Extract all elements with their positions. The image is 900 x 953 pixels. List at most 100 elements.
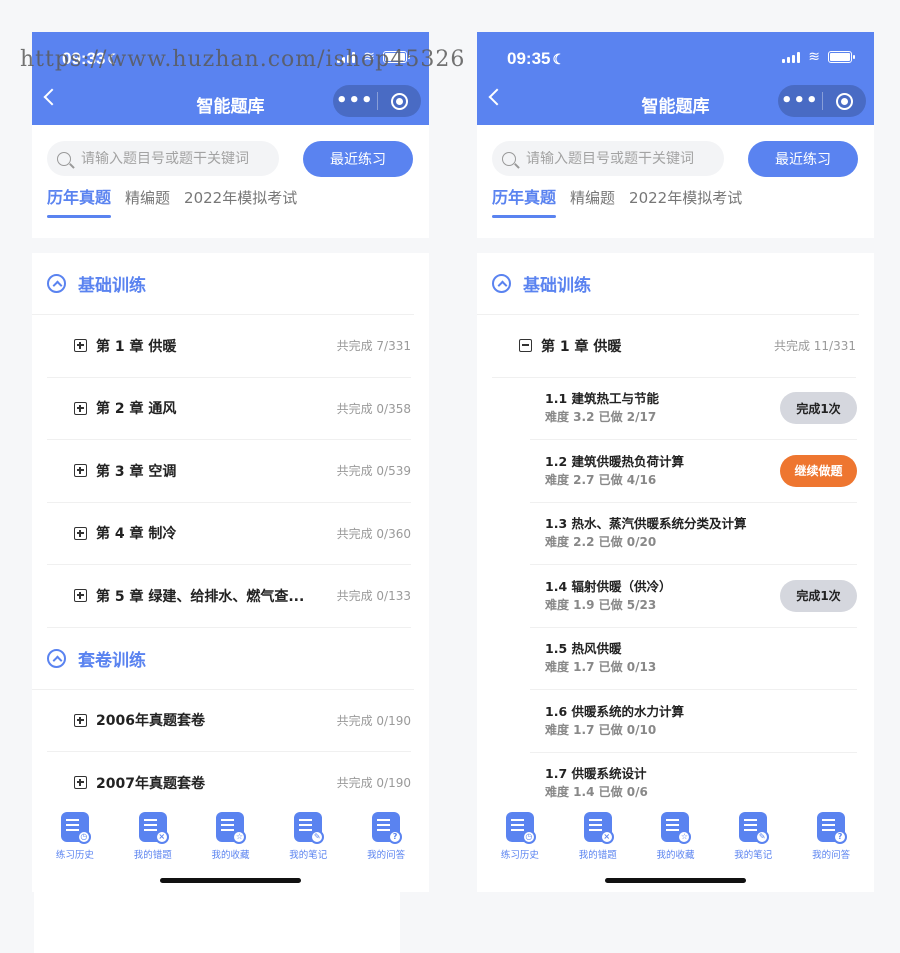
tab-bar: 历年真题 精编题 2022年模拟考试	[47, 184, 297, 218]
chapter-stat: 共完成 11/331	[773, 339, 856, 354]
more-icon[interactable]: •••	[778, 85, 822, 117]
completed-button[interactable]: 完成1次	[780, 579, 857, 612]
subchapter-row[interactable]: 1.5 热风供暖 难度 1.7 已做 0/13	[530, 628, 857, 690]
chapter-row-expanded[interactable]: 第 1 章 供暖 共完成 11/331	[492, 315, 856, 378]
collapse-icon	[47, 274, 66, 293]
subchapter-title: 1.4 辐射供暖（供冷）	[545, 578, 672, 594]
nav-practice-history[interactable]: ◷ 练习历史	[481, 806, 559, 892]
chapter-row[interactable]: 第 3 章 空调 共完成 0/539	[47, 440, 411, 503]
search-input[interactable]	[526, 150, 706, 167]
mini-program-capsule: •••	[333, 85, 421, 117]
search-box[interactable]	[47, 141, 279, 176]
chapter-stat: 共完成 7/331	[336, 339, 411, 354]
expand-icon	[74, 713, 87, 727]
chapter-title: 第 1 章 供暖	[96, 338, 177, 355]
note-icon: ✎	[294, 812, 325, 844]
completed-button[interactable]: 完成1次	[780, 392, 857, 425]
search-icon	[502, 151, 516, 166]
chapter-row[interactable]: 第 1 章 供暖 共完成 7/331	[47, 315, 411, 378]
nav-label: 我的错题	[133, 850, 172, 861]
chapter-title: 2006年真题套卷	[96, 713, 205, 730]
section-label: 基础训练	[523, 276, 591, 296]
chapter-title: 2007年真题套卷	[96, 775, 205, 792]
section-basic-training[interactable]: 基础训练	[477, 253, 859, 315]
nav-qa[interactable]: ? 我的问答	[347, 806, 425, 892]
subchapter-row[interactable]: 1.1 建筑热工与节能 难度 3.2 已做 2/17 完成1次	[530, 378, 857, 440]
search-area: 最近练习 历年真题 精编题 2022年模拟考试	[477, 125, 874, 238]
battery-icon	[828, 51, 855, 63]
subchapter-title: 1.2 建筑供暖热负荷计算	[545, 453, 684, 469]
nav-label: 练习历史	[55, 850, 94, 861]
nav-label: 我的笔记	[289, 850, 328, 861]
note-icon: ✎	[739, 812, 770, 844]
nav-label: 我的收藏	[211, 850, 250, 861]
subchapter-title: 1.6 供暖系统的水力计算	[545, 703, 684, 719]
chapter-title: 第 3 章 空调	[96, 463, 177, 480]
subchapter-meta: 难度 3.2 已做 2/17	[545, 410, 657, 425]
wrong-icon: ×	[583, 812, 614, 844]
chapter-row[interactable]: 2006年真题套卷 共完成 0/190	[47, 690, 411, 752]
tab-mock-exam[interactable]: 2022年模拟考试	[629, 187, 742, 218]
status-time: 09:35 ☾	[507, 49, 566, 68]
mini-program-capsule: •••	[778, 85, 866, 117]
favorite-icon: ☆	[661, 812, 692, 844]
nav-qa[interactable]: ? 我的问答	[792, 806, 870, 892]
nav-label: 我的问答	[367, 850, 406, 861]
wrong-icon: ×	[138, 812, 169, 844]
phone-left: 09:33☾ ≋ 智能题库 ••• 最近练习 历年真题 精编题 2022年模拟考…	[32, 32, 429, 892]
search-box[interactable]	[492, 141, 724, 176]
continue-button[interactable]: 继续做题	[780, 454, 857, 487]
subchapter-row[interactable]: 1.3 热水、蒸汽供暖系统分类及计算 难度 2.2 已做 0/20	[530, 503, 857, 565]
nav-label: 我的收藏	[656, 850, 695, 861]
chapter-stat: 共完成 0/133	[336, 589, 411, 604]
close-target-icon[interactable]	[823, 92, 867, 110]
tab-mock-exam[interactable]: 2022年模拟考试	[184, 187, 297, 218]
search-icon	[57, 151, 71, 166]
subchapter-meta: 难度 1.7 已做 0/13	[545, 660, 657, 675]
top-bar: 09:33 ☾ ≋ 智能题库 •••	[32, 32, 429, 125]
subchapter-row[interactable]: 1.4 辐射供暖（供冷） 难度 1.9 已做 5/23 完成1次	[530, 565, 857, 628]
close-target-icon[interactable]	[378, 92, 422, 110]
expand-icon	[74, 776, 87, 790]
signal-icon	[782, 51, 801, 63]
bottom-nav: ◷ 练习历史 × 我的错题 ☆ 我的收藏 ✎ 我的笔记 ? 我的问答	[477, 806, 874, 892]
chapter-stat: 共完成 0/360	[336, 526, 411, 541]
search-input[interactable]	[81, 150, 261, 167]
recent-practice-button[interactable]: 最近练习	[748, 141, 858, 177]
tab-selected-questions[interactable]: 精编题	[570, 187, 615, 218]
chapter-row[interactable]: 第 2 章 通风 共完成 0/358	[47, 378, 411, 440]
chapter-row[interactable]: 第 5 章 绿建、给排水、燃气查... 共完成 0/133	[47, 565, 411, 628]
history-icon: ◷	[505, 812, 536, 844]
watermark: https://www.huzhan.com/ishop45326	[20, 47, 466, 72]
recent-practice-button[interactable]: 最近练习	[303, 141, 413, 177]
tab-past-exams[interactable]: 历年真题	[47, 184, 112, 218]
question-icon: ?	[372, 812, 403, 844]
chapter-stat: 共完成 0/539	[336, 464, 411, 479]
chapter-title: 第 2 章 通风	[96, 401, 177, 418]
expand-icon	[74, 589, 87, 603]
chapter-row[interactable]: 第 4 章 制冷 共完成 0/360	[47, 503, 411, 565]
section-label: 套卷训练	[78, 650, 146, 671]
subchapter-meta: 难度 1.4 已做 0/6	[545, 785, 648, 800]
collapse-icon	[47, 648, 66, 668]
section-label: 基础训练	[78, 276, 146, 296]
section-basic-training[interactable]: 基础训练	[32, 253, 414, 315]
tab-past-exams[interactable]: 历年真题	[492, 184, 557, 218]
bottom-nav: ◷ 练习历史 × 我的错题 ☆ 我的收藏 ✎ 我的笔记 ? 我的问答	[32, 806, 429, 892]
status-icons: ≋	[782, 50, 855, 64]
expand-icon	[74, 339, 87, 353]
subchapter-row[interactable]: 1.6 供暖系统的水力计算 难度 1.7 已做 0/10	[530, 690, 857, 753]
subchapter-meta: 难度 1.7 已做 0/10	[545, 722, 657, 737]
search-area: 最近练习 历年真题 精编题 2022年模拟考试	[32, 125, 429, 238]
tab-selected-questions[interactable]: 精编题	[125, 187, 170, 218]
phone-right: 09:35☾ ≋ 智能题库 ••• 最近练习 历年真题 精编题 2022年模拟考…	[477, 32, 874, 892]
subchapter-row[interactable]: 1.2 建筑供暖热负荷计算 难度 2.7 已做 4/16 继续做题	[530, 440, 857, 503]
collapse-icon	[492, 274, 511, 293]
subchapter-title: 1.1 建筑热工与节能	[545, 391, 659, 407]
section-set-training[interactable]: 套卷训练	[32, 628, 414, 690]
subchapter-meta: 难度 2.2 已做 0/20	[545, 535, 657, 550]
subchapter-title: 1.7 供暖系统设计	[545, 766, 647, 782]
nav-practice-history[interactable]: ◷ 练习历史	[36, 806, 114, 892]
more-icon[interactable]: •••	[333, 85, 377, 117]
nav-label: 我的错题	[578, 850, 617, 861]
